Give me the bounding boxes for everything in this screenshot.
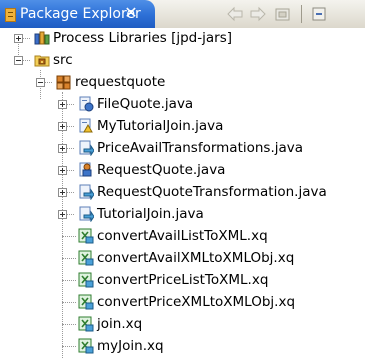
tree-item-label: src [53,52,73,68]
expand-icon[interactable] [58,144,67,153]
expand-icon[interactable] [58,166,67,175]
tree-item-label: Process Libraries [jpd-jars] [53,30,233,46]
collapse-icon[interactable] [36,78,45,87]
java-transform-icon [78,206,95,223]
tree-item-xquery[interactable]: join.xq [0,314,365,334]
java-process-icon [78,96,94,112]
tree-item-label: convertPriceListToXML.xq [97,272,269,288]
tree-guide-line [62,280,76,281]
package-explorer-icon [5,8,16,22]
tree-guide-line [62,258,76,259]
package-explorer-view: Package Explorer ✕ Process Libraries [jp… [0,0,365,358]
tree-item-label: RequestQuoteTransformation.java [97,184,327,200]
tree-item-src[interactable]: src [0,50,365,70]
tree-item-java[interactable]: TutorialJoin.java [0,204,365,224]
tree-item-java[interactable]: RequestQuote.java [0,160,365,180]
view-titlebar: Package Explorer ✕ [0,0,365,29]
java-request-icon [78,162,94,178]
tab-package-explorer[interactable]: Package Explorer ✕ [0,0,155,28]
tree-item-label: convertPriceXMLtoXMLObj.xq [97,294,296,310]
close-icon[interactable]: ✕ [122,4,140,22]
library-icon [34,30,50,46]
expand-icon[interactable] [58,188,67,197]
tree-item-label: requestquote [75,74,166,90]
tree-item-label: convertAvailListToXML.xq [97,228,268,244]
forward-arrow-icon[interactable] [249,6,267,22]
tree-item-label: convertAvailXMLtoXMLObj.xq [97,250,295,266]
java-transform-icon [78,140,95,157]
tree-item-java[interactable]: MyTutorialJoin.java [0,116,365,136]
tree-item-xquery[interactable]: myJoin.xq [0,336,365,356]
tree-item-java[interactable]: FileQuote.java [0,94,365,114]
tree-item-xquery[interactable]: convertPriceListToXML.xq [0,270,365,290]
expand-icon[interactable] [58,210,67,219]
tree-item-label: join.xq [97,316,143,332]
tree-guide-line [62,236,76,237]
tree-guide-line [62,324,76,325]
xquery-icon [78,338,94,354]
expand-icon[interactable] [14,34,23,43]
tree-item-xquery[interactable]: convertAvailListToXML.xq [0,226,365,246]
xquery-icon [78,294,94,310]
tree-item-label: TutorialJoin.java [97,206,204,222]
java-transform-icon [78,184,95,201]
tree-item-xquery[interactable]: convertAvailXMLtoXMLObj.xq [0,248,365,268]
tree-item-java[interactable]: PriceAvailTransformations.java [0,138,365,158]
tree-item-label: RequestQuote.java [97,162,226,178]
collapse-all-icon[interactable] [312,6,328,22]
expand-icon[interactable] [58,100,67,109]
tree-item-java[interactable]: RequestQuoteTransformation.java [0,182,365,202]
xquery-icon [78,316,94,332]
home-icon[interactable] [274,6,292,22]
tree-item-xquery[interactable]: convertPriceXMLtoXMLObj.xq [0,292,365,312]
package-tree[interactable]: Process Libraries [jpd-jars] src request… [0,28,365,358]
package-icon [56,74,72,90]
xquery-icon [78,228,94,244]
collapse-icon[interactable] [14,56,23,65]
tree-guide-line [62,346,76,347]
toolbar-separator [301,5,302,23]
xquery-icon [78,272,94,288]
tree-item-label: FileQuote.java [97,96,194,112]
source-folder-icon [34,52,50,68]
java-join-icon [78,118,94,134]
tree-item-label: PriceAvailTransformations.java [97,140,304,156]
back-arrow-icon[interactable] [226,6,244,22]
tree-item-requestquote[interactable]: requestquote [0,72,365,92]
tree-item-process-libraries[interactable]: Process Libraries [jpd-jars] [0,28,365,48]
tree-guide-line [62,302,76,303]
tree-item-label: MyTutorialJoin.java [97,118,224,134]
expand-icon[interactable] [58,122,67,131]
xquery-icon [78,250,94,266]
tree-item-label: myJoin.xq [97,338,164,354]
